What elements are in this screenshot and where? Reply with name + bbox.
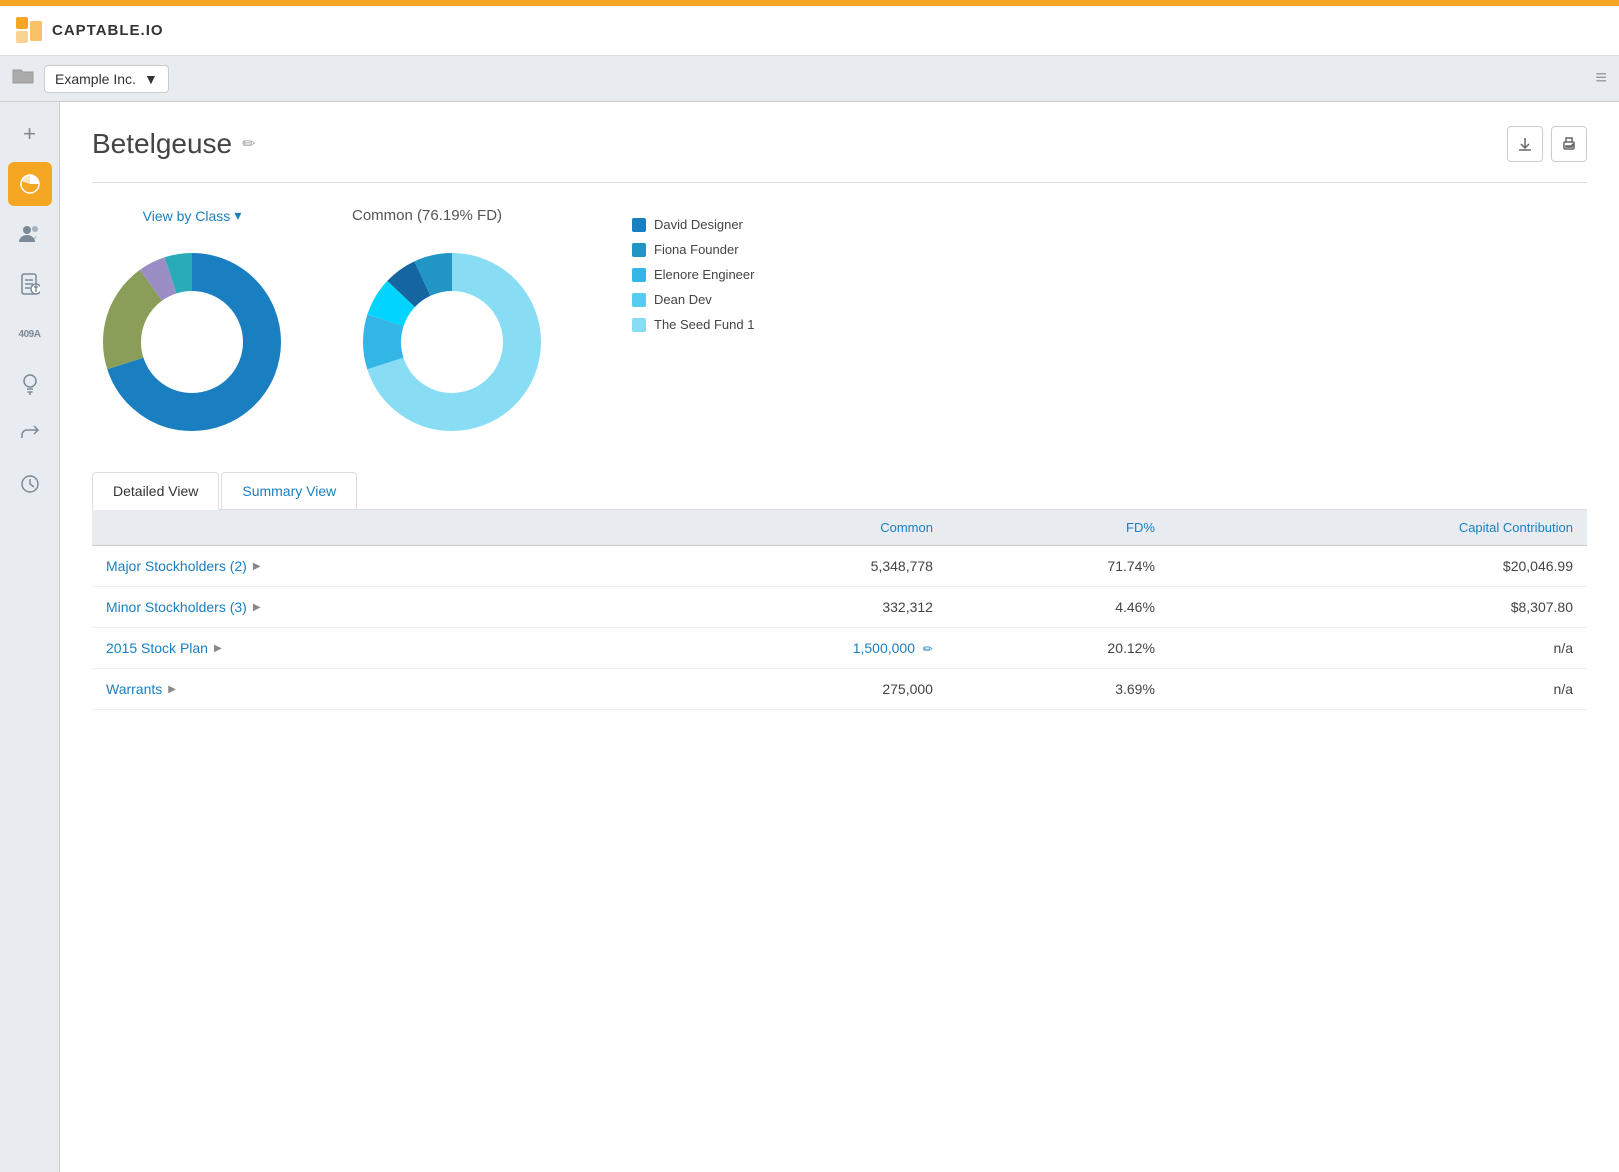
chart2-title: Common (76.19% FD) [352, 207, 502, 224]
table-row: Warrants ▶ 275,0003.69%n/a [92, 669, 1587, 710]
legend-label-4: The Seed Fund 1 [654, 317, 754, 332]
row-name-0[interactable]: Major Stockholders (2) ▶ [92, 546, 629, 587]
col-header-capital: Capital Contribution [1169, 510, 1587, 546]
row-link-1[interactable]: Minor Stockholders (3) ▶ [106, 599, 615, 615]
row-name-3[interactable]: Warrants ▶ [92, 669, 629, 710]
legend-item-1: Fiona Founder [632, 242, 754, 257]
table-row: 2015 Stock Plan ▶ 1,500,000 ✏20.12%n/a [92, 628, 1587, 669]
chart2-container: Common (76.19% FD) [352, 207, 552, 442]
toolbar: Example Inc. ▼ ≡ [0, 56, 1619, 102]
logo: CAPTABLE.IO [16, 17, 164, 45]
company-dropdown[interactable]: Example Inc. ▼ [44, 65, 169, 93]
table-row: Major Stockholders (2) ▶ 5,348,77871.74%$… [92, 546, 1587, 587]
row-capital-3: n/a [1169, 669, 1587, 710]
row-common-3: 275,000 [629, 669, 947, 710]
col-header-fd: FD% [947, 510, 1169, 546]
col-header-common: Common [629, 510, 947, 546]
table-header-row: Common FD% Capital Contribution [92, 510, 1587, 546]
legend-color-2 [632, 268, 646, 282]
sidebar-item-409a[interactable]: 409A [8, 312, 52, 356]
sidebar-item-people[interactable] [8, 212, 52, 256]
print-button[interactable] [1551, 126, 1587, 162]
sidebar-item-bulb[interactable] [8, 362, 52, 406]
download-button[interactable] [1507, 126, 1543, 162]
row-name-1[interactable]: Minor Stockholders (3) ▶ [92, 587, 629, 628]
sidebar-item-share[interactable] [8, 412, 52, 456]
chart1-svg [92, 242, 292, 442]
content-area: Betelgeuse ✏ [60, 102, 1619, 1172]
row-common-1: 332,312 [629, 587, 947, 628]
legend-color-0 [632, 218, 646, 232]
legend-item-3: Dean Dev [632, 292, 754, 307]
tab-summary[interactable]: Summary View [221, 472, 357, 509]
main-layout: + [0, 102, 1619, 1172]
view-by-class-arrow: ▾ [234, 207, 241, 224]
row-common-2: 1,500,000 ✏ [629, 628, 947, 669]
page-title: Betelgeuse ✏ [92, 128, 256, 160]
logo-text: CAPTABLE.IO [52, 22, 164, 39]
row-link-2[interactable]: 2015 Stock Plan ▶ [106, 640, 615, 656]
row-arrow-0: ▶ [253, 561, 261, 572]
toolbar-right: ≡ [1595, 67, 1607, 90]
logo-icon [16, 17, 44, 45]
company-name: Example Inc. [55, 71, 136, 87]
chart2-svg [352, 242, 552, 442]
row-fd-2: 20.12% [947, 628, 1169, 669]
header-actions [1507, 126, 1587, 162]
row-fd-1: 4.46% [947, 587, 1169, 628]
stockholder-table: Common FD% Capital Contribution Major St… [92, 510, 1587, 710]
legend-label-2: Elenore Engineer [654, 267, 754, 282]
table-row: Minor Stockholders (3) ▶ 332,3124.46%$8,3… [92, 587, 1587, 628]
legend-label-0: David Designer [654, 217, 743, 232]
legend-color-1 [632, 243, 646, 257]
hamburger-icon[interactable]: ≡ [1595, 67, 1607, 89]
view-by-class-button[interactable]: View by Class ▾ [143, 207, 242, 224]
page-header: Betelgeuse ✏ [92, 126, 1587, 162]
chart2-donut [352, 242, 552, 442]
legend-label-1: Fiona Founder [654, 242, 739, 257]
row-common-0: 5,348,778 [629, 546, 947, 587]
sidebar: + [0, 102, 60, 1172]
row-capital-2: n/a [1169, 628, 1587, 669]
dropdown-arrow: ▼ [144, 71, 158, 87]
chart1-donut [92, 242, 292, 442]
row-capital-1: $8,307.80 [1169, 587, 1587, 628]
row-fd-3: 3.69% [947, 669, 1169, 710]
legend-label-3: Dean Dev [654, 292, 712, 307]
header: CAPTABLE.IO [0, 6, 1619, 56]
page-divider [92, 182, 1587, 183]
view-tabs: Detailed View Summary View [92, 472, 1587, 510]
sidebar-item-reports[interactable] [8, 262, 52, 306]
legend-color-4 [632, 318, 646, 332]
sidebar-item-history[interactable] [8, 462, 52, 506]
folder-icon[interactable] [12, 67, 34, 90]
row-name-2[interactable]: 2015 Stock Plan ▶ [92, 628, 629, 669]
chart1-container: View by Class ▾ [92, 207, 292, 442]
legend-item-0: David Designer [632, 217, 754, 232]
edit-title-icon[interactable]: ✏ [242, 134, 255, 154]
legend-item-4: The Seed Fund 1 [632, 317, 754, 332]
sidebar-item-chart[interactable] [8, 162, 52, 206]
row-arrow-2: ▶ [214, 643, 222, 654]
row-link-3[interactable]: Warrants ▶ [106, 681, 615, 697]
row-arrow-3: ▶ [168, 684, 176, 695]
page-title-text: Betelgeuse [92, 128, 232, 160]
row-arrow-1: ▶ [253, 602, 261, 613]
col-header-name [92, 510, 629, 546]
edit-common-2[interactable]: ✏ [923, 642, 933, 656]
sidebar-item-add[interactable]: + [8, 112, 52, 156]
table-section: Common FD% Capital Contribution Major St… [92, 510, 1587, 710]
chart-legend: David Designer Fiona Founder Elenore Eng… [632, 217, 754, 332]
tab-detailed[interactable]: Detailed View [92, 472, 219, 510]
legend-color-3 [632, 293, 646, 307]
row-capital-0: $20,046.99 [1169, 546, 1587, 587]
view-by-class-label: View by Class [143, 208, 231, 224]
row-fd-0: 71.74% [947, 546, 1169, 587]
charts-section: View by Class ▾ [92, 207, 1587, 442]
legend-item-2: Elenore Engineer [632, 267, 754, 282]
row-link-0[interactable]: Major Stockholders (2) ▶ [106, 558, 615, 574]
